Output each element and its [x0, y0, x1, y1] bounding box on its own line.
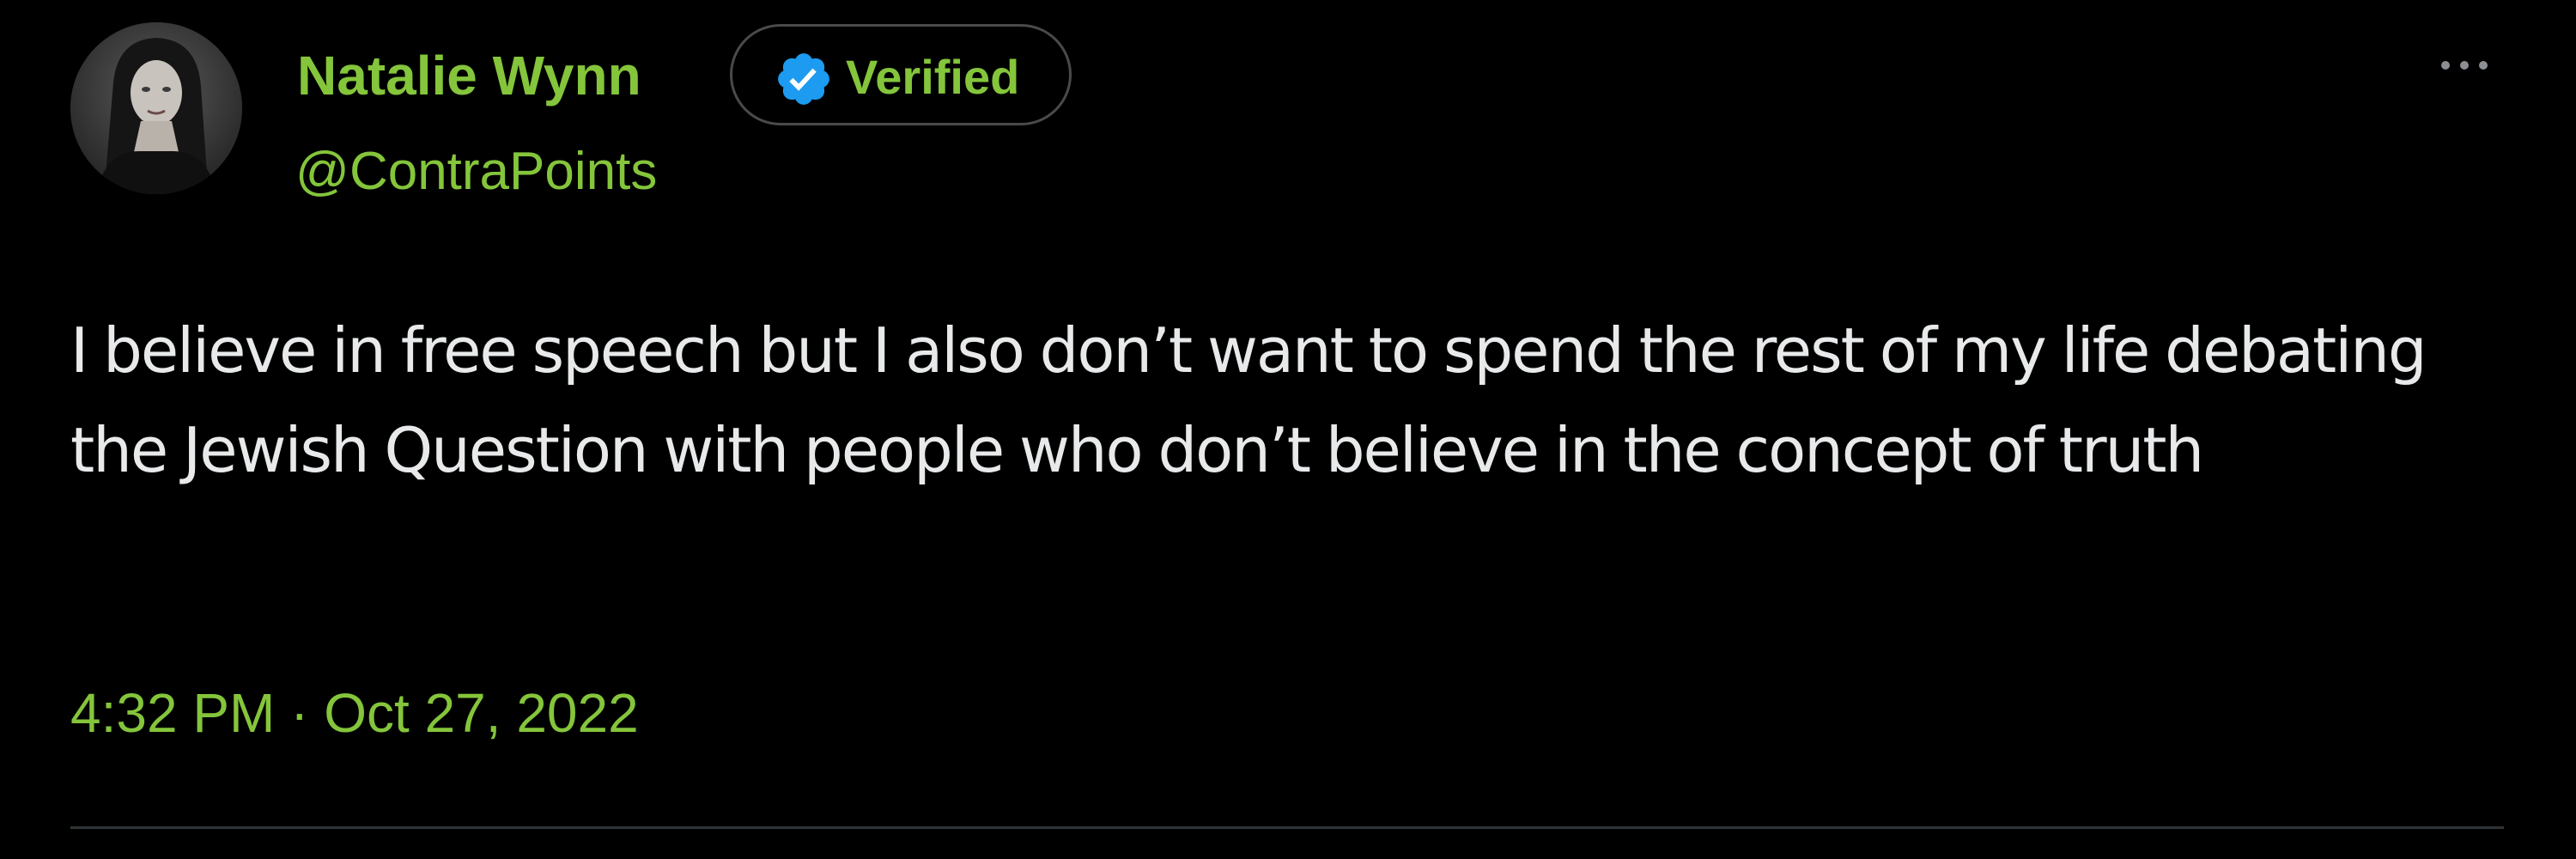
verified-check-icon	[774, 49, 834, 109]
tweet-card: Natalie Wynn Verified @ContraPoints I be…	[0, 0, 2576, 859]
more-options-icon	[2441, 61, 2488, 70]
author-avatar[interactable]	[70, 22, 242, 194]
divider	[70, 826, 2504, 829]
verified-badge[interactable]: Verified	[730, 24, 1072, 125]
author-handle[interactable]: @ContraPoints	[295, 139, 657, 204]
tweet-timestamp[interactable]: 4:32 PM · Oct 27, 2022	[70, 679, 639, 747]
profile-photo-icon	[70, 22, 242, 194]
tweet-text: I believe in free speech but I also don’…	[70, 314, 2427, 486]
verified-label: Verified	[846, 50, 1020, 104]
more-options-button[interactable]	[2421, 31, 2507, 100]
author-display-name[interactable]: Natalie Wynn	[297, 41, 641, 110]
